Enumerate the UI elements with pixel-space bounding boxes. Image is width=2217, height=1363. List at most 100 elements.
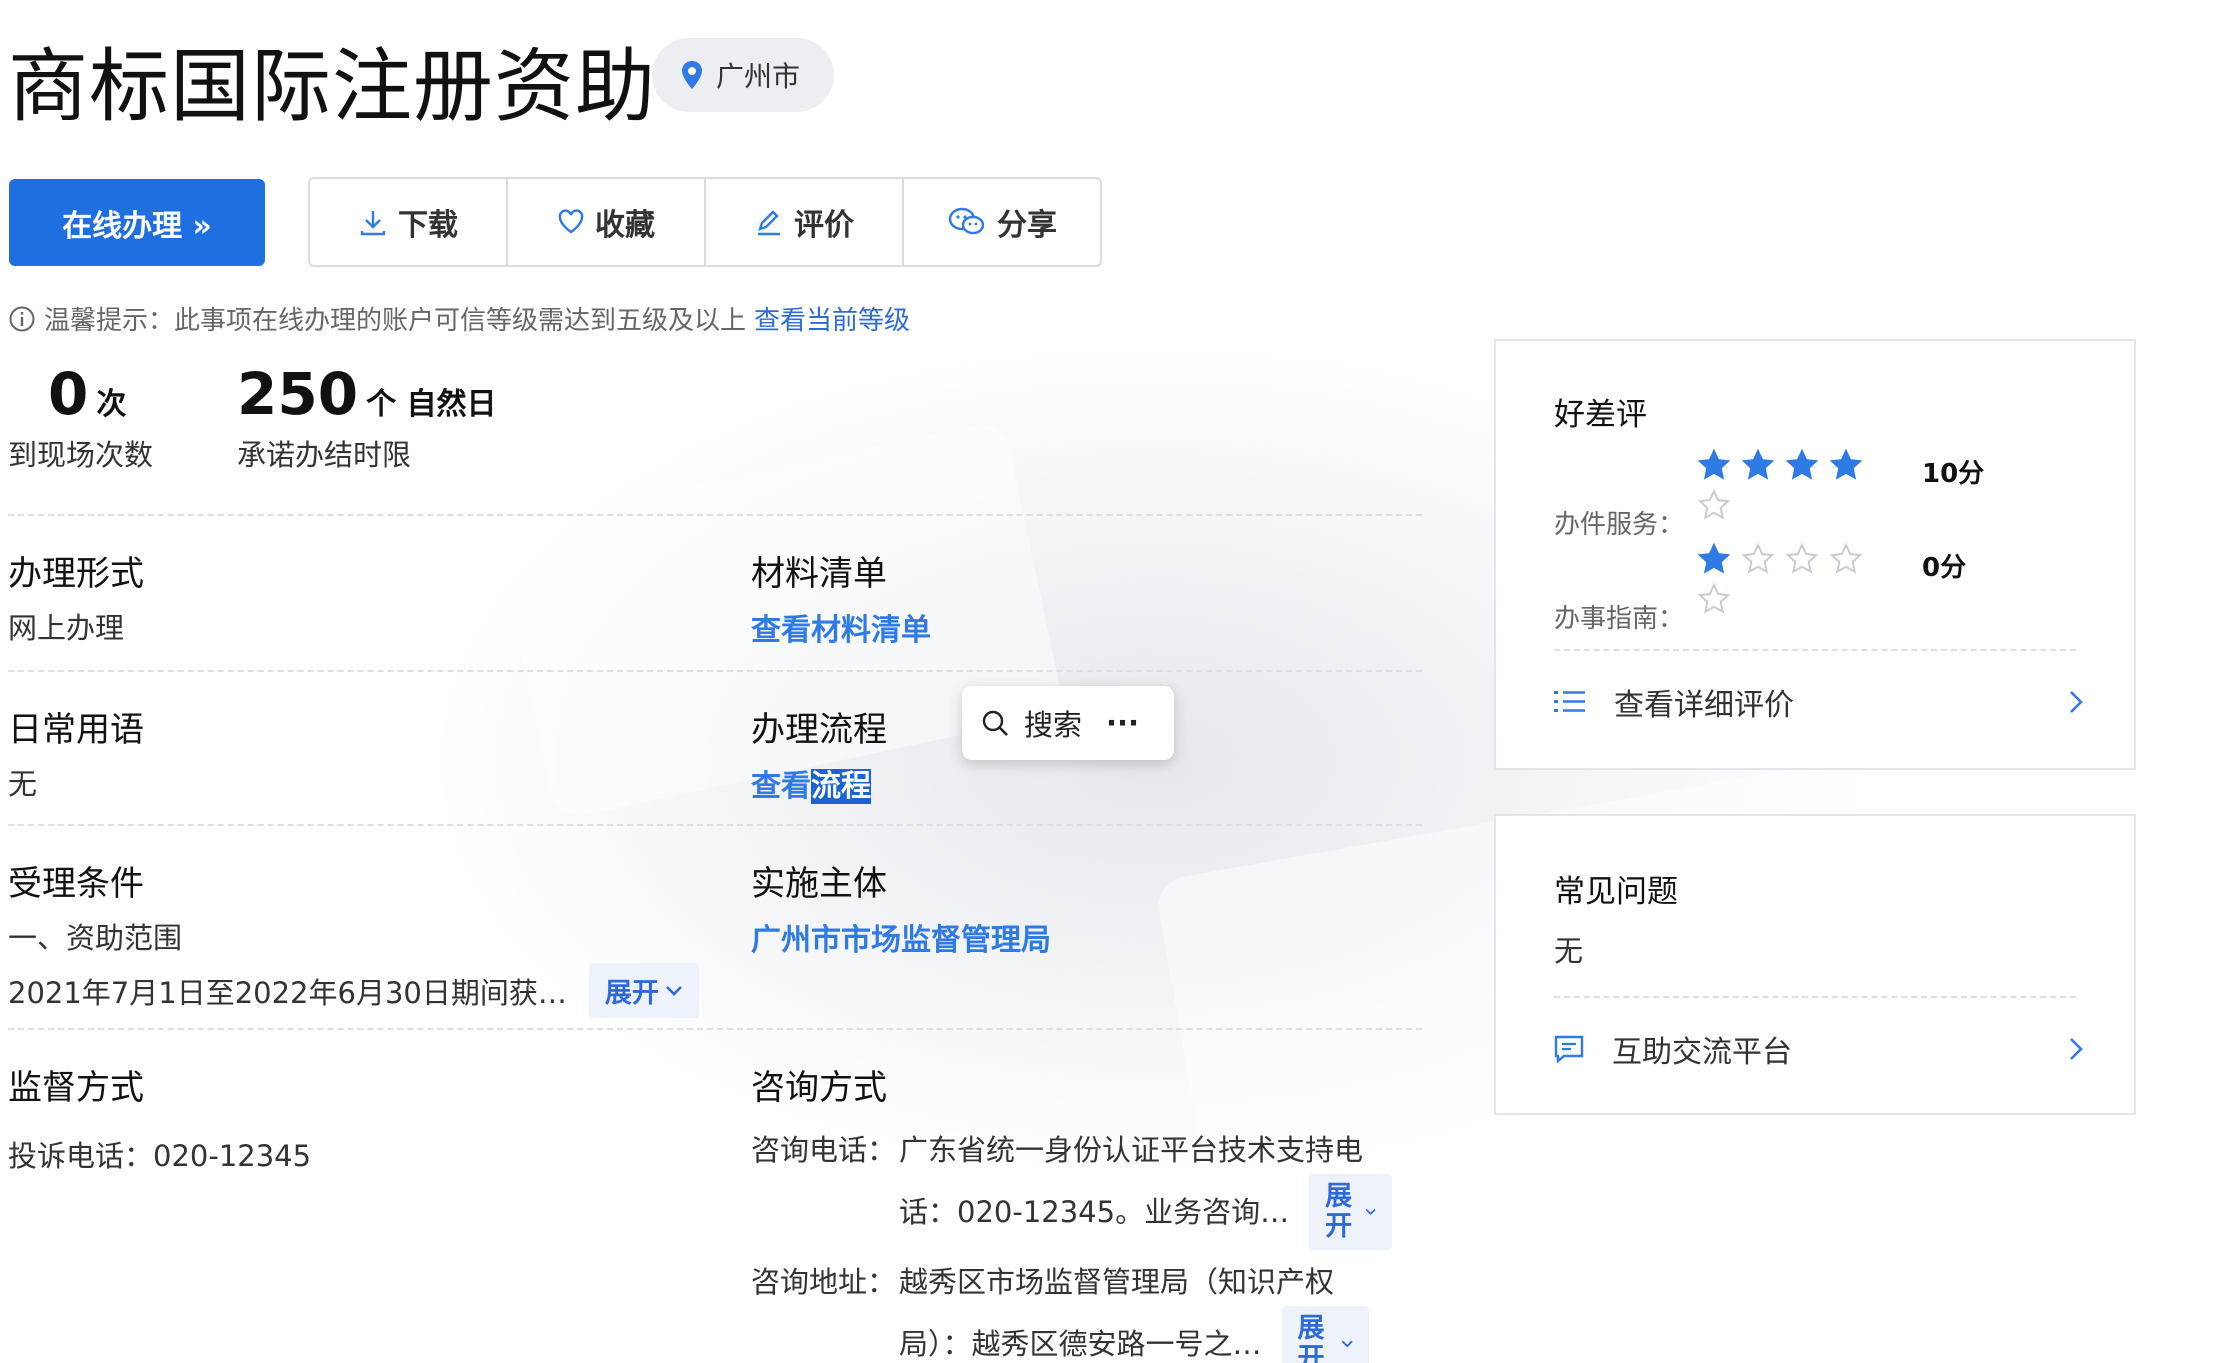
consult-heading: 咨询方式 [751,1068,887,1108]
star-empty-icon [1830,543,1862,574]
divider [8,1028,1422,1030]
service-rating: 办件服务： 10分 [1554,449,2094,541]
consult-address: 咨询地址： 越秀区市场监督管理局（知识产权 局）：越秀区德安路一号之… 展开 [751,1258,1369,1363]
location-badge[interactable]: 广州市 [652,38,834,112]
conditions-line1: 一、资助范围 [8,921,183,955]
chevron-down-icon [1365,1208,1376,1216]
deadline-stat: 250 个 自然日 承诺办结时限 [237,360,497,474]
star-empty-icon [1698,583,1730,614]
subject-heading: 实施主体 [751,864,887,904]
rate-button[interactable]: 评价 [706,179,904,265]
deadline-value: 250 [237,360,359,428]
process-heading: 办理流程 [751,710,887,750]
subject-field: 实施主体 广州市市场监督管理局 [751,856,1051,959]
download-button[interactable]: 下载 [310,179,508,265]
guide-rating-label: 办事指南： [1554,604,1685,634]
download-icon [360,211,386,236]
supervision-heading: 监督方式 [8,1068,144,1108]
tip-text: 温馨提示：此事项在线办理的账户可信等级需达到五级及以上 [44,306,747,336]
visit-count-stat: 0次 到现场次数 [8,360,153,474]
conditions-field: 受理条件 一、资助范围 2021年7月1日至2022年6月30日期间获… 展开 [8,856,699,1018]
address-expand-button[interactable]: 展开 [1281,1306,1369,1363]
consult-address-line2: 局）：越秀区德安路一号之… [899,1327,1262,1361]
mutual-platform-label: 互助交流平台 [1612,1035,1792,1070]
favorite-label: 收藏 [595,208,655,243]
share-label: 分享 [997,208,1057,243]
share-button[interactable]: 分享 [904,179,1100,265]
star-filled-icon [1786,449,1818,480]
detail-review-label: 查看详细评价 [1614,688,1794,723]
supervision-value: 投诉电话：020-12345 [8,1139,312,1173]
favorite-button[interactable]: 收藏 [508,179,706,265]
subject-link[interactable]: 广州市市场监督管理局 [751,915,1051,959]
process-link[interactable]: 查看流程 [751,761,887,805]
terms-value: 无 [8,767,38,801]
divider [8,824,1422,826]
star-empty-icon [1742,543,1774,574]
popup-search-label[interactable]: 搜索 [1024,702,1082,744]
phone-expand-button[interactable]: 展开 [1309,1174,1393,1250]
chevron-right-icon [2070,1038,2083,1060]
online-handle-button[interactable]: 在线办理 » [9,179,265,266]
materials-heading: 材料清单 [751,554,887,594]
expand-label: 展开 [1325,1181,1353,1242]
consult-phone-line2: 话：020-12345。业务咨询… [899,1195,1290,1229]
warm-tip: 温馨提示：此事项在线办理的账户可信等级需达到五级及以上 查看当前等级 [8,300,910,337]
online-handle-label: 在线办理 » [62,208,212,244]
consult-address-line1: 越秀区市场监督管理局（知识产权 [899,1265,1335,1299]
faq-card: 常见问题 无 互助交流平台 [1494,814,2136,1115]
guide-stars [1698,543,1868,615]
page-title: 商标国际注册资助 [8,40,656,133]
reviews-card: 好差评 办件服务： 10分 办事指南： 0分 查看详细评价 [1494,339,2136,770]
visit-count-unit: 次 [96,387,127,422]
service-stars [1698,449,1868,521]
service-score: 10分 [1922,459,1985,489]
materials-link[interactable]: 查看材料清单 [751,605,931,649]
chat-icon [1554,1035,1584,1063]
rate-label: 评价 [794,208,854,243]
consult-address-key: 咨询地址： [751,1265,897,1299]
process-link-selected: 流程 [811,769,871,804]
edit-icon [758,210,780,236]
location-pin-icon [682,61,702,89]
search-icon[interactable] [980,708,1010,738]
star-filled-icon [1830,449,1862,480]
star-empty-icon [1786,543,1818,574]
star-filled-icon [1742,449,1774,480]
deadline-unit: 个 自然日 [366,387,497,422]
process-link-part: 查看 [751,769,811,804]
process-field: 办理流程 查看流程 [751,702,887,805]
download-label: 下载 [398,208,458,243]
star-filled-icon [1698,449,1730,480]
guide-score: 0分 [1922,553,1967,583]
materials-field: 材料清单 查看材料清单 [751,546,931,649]
check-level-link[interactable]: 查看当前等级 [754,300,910,337]
info-icon [9,306,35,331]
divider [1554,996,2076,998]
service-rating-label: 办件服务： [1554,510,1685,540]
action-toolbar: 下载 收藏 评价 分享 [308,177,1102,267]
supervision-field: 监督方式 投诉电话：020-12345 [8,1060,311,1175]
more-icon[interactable]: ··· [1106,706,1139,740]
conditions-heading: 受理条件 [8,864,144,904]
consult-phone: 咨询电话： 广东省统一身份认证平台技术支持电 话：020-12345。业务咨询…… [751,1126,1393,1250]
consult-phone-key: 咨询电话： [751,1133,897,1167]
guide-rating: 办事指南： 0分 [1554,543,2094,635]
star-empty-icon [1698,489,1730,520]
mode-value: 网上办理 [8,611,125,645]
reviews-title: 好差评 [1554,397,1647,433]
chevron-right-icon [2070,691,2083,713]
mutual-platform-link[interactable]: 互助交流平台 [1554,1024,2084,1074]
deadline-label: 承诺办结时限 [237,438,412,472]
heart-icon [558,209,584,234]
expand-label: 展开 [604,978,659,1009]
faq-value: 无 [1554,934,1584,968]
expand-label: 展开 [1297,1313,1325,1363]
chevron-down-icon [1341,1340,1353,1348]
conditions-expand-button[interactable]: 展开 [588,963,699,1018]
divider [8,670,1422,672]
detail-review-link[interactable]: 查看详细评价 [1554,677,2084,727]
selection-popup: 搜索 ··· [962,686,1174,760]
mode-heading: 办理形式 [8,554,144,594]
consult-phone-line1: 广东省统一身份认证平台技术支持电 [899,1133,1364,1167]
